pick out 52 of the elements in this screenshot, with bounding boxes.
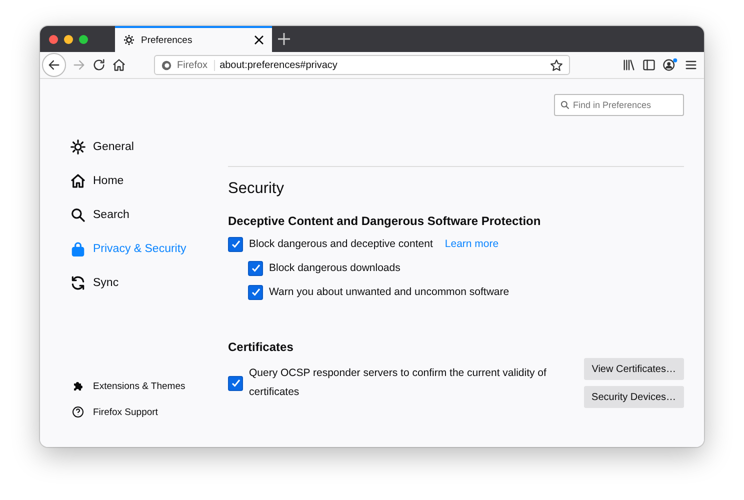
checkbox[interactable] xyxy=(228,236,243,252)
back-button[interactable] xyxy=(42,53,66,77)
identity-label: Firefox xyxy=(177,60,215,70)
url-text: about:preferences#privacy xyxy=(220,60,338,70)
sidebar-item[interactable]: Home xyxy=(70,169,228,193)
checkbox[interactable] xyxy=(228,376,243,390)
gear-icon xyxy=(70,139,86,155)
checkbox[interactable] xyxy=(248,284,263,300)
home-icon[interactable] xyxy=(112,58,126,72)
menu-icon[interactable] xyxy=(684,58,698,72)
minimize-window-icon[interactable] xyxy=(64,34,73,44)
help-icon xyxy=(72,406,84,418)
browser-tab[interactable]: Preferences xyxy=(115,26,272,52)
gear-icon xyxy=(123,34,135,46)
tab-title: Preferences xyxy=(141,34,194,46)
star-icon[interactable] xyxy=(550,58,563,72)
home-icon xyxy=(70,173,86,189)
checkbox-label: Warn you about unwanted and uncommon software xyxy=(269,286,510,298)
checkmark-icon xyxy=(230,239,240,249)
plus-icon[interactable] xyxy=(278,33,290,45)
checkmark-icon xyxy=(250,263,260,273)
back-arrow-icon xyxy=(47,58,61,72)
sidebar-item[interactable]: Sync xyxy=(70,271,228,295)
zoom-window-icon[interactable] xyxy=(79,34,88,44)
dialog-button[interactable]: View Certificates… xyxy=(584,358,684,380)
puzzle-icon xyxy=(72,380,84,392)
dialog-button[interactable]: Security Devices… xyxy=(584,386,684,408)
section-heading: Certificates xyxy=(228,340,294,354)
section-heading: Deceptive Content and Dangerous Software Protection xyxy=(228,214,542,228)
browser-logo-icon xyxy=(161,60,172,70)
checkbox[interactable] xyxy=(248,260,263,276)
search-icon xyxy=(70,207,86,223)
sidebar-item[interactable]: Search xyxy=(70,203,228,227)
sync-icon xyxy=(70,275,86,291)
account-icon[interactable] xyxy=(662,58,678,72)
sidebar-link[interactable]: Firefox Support xyxy=(70,403,228,421)
checkmark-icon xyxy=(250,287,260,297)
checkbox-label: Block dangerous downloads xyxy=(269,262,400,274)
sidebar-icon[interactable] xyxy=(642,58,656,72)
search-field[interactable]: Find in Preferences xyxy=(554,94,684,116)
library-icon[interactable] xyxy=(622,58,636,72)
checkbox-label: Block dangerous and deceptive content xyxy=(249,238,433,250)
address-bar[interactable]: Firefox about:preferences#privacy xyxy=(154,55,570,75)
reload-icon[interactable] xyxy=(92,58,106,72)
section-title: Security xyxy=(228,180,285,198)
checkmark-icon xyxy=(230,378,240,388)
close-window-icon[interactable] xyxy=(49,34,58,44)
close-icon[interactable] xyxy=(254,35,264,45)
lock-icon xyxy=(70,241,86,257)
checkbox-label: Query OCSP responder servers to confirm the current validity of certificates xyxy=(249,366,548,400)
sidebar-item[interactable]: General xyxy=(70,135,228,159)
sidebar-link[interactable]: Extensions & Themes xyxy=(70,377,228,395)
